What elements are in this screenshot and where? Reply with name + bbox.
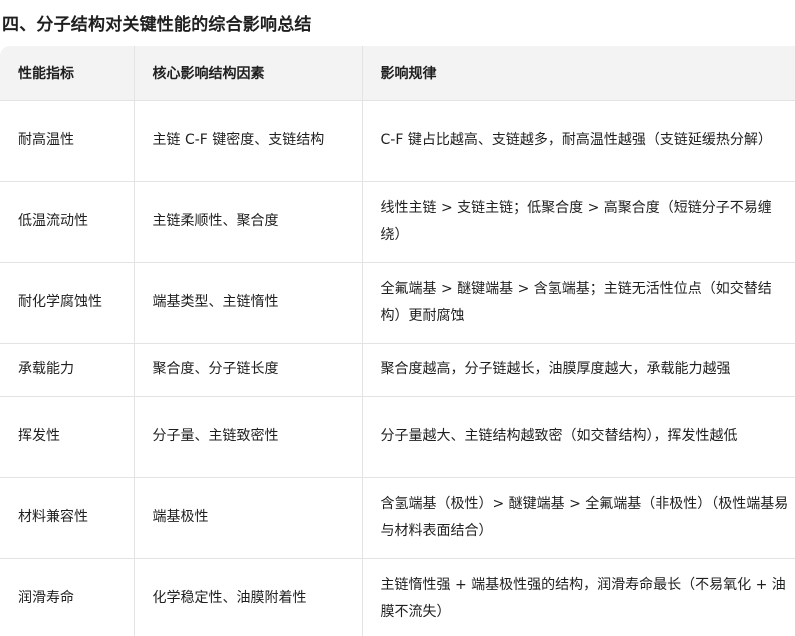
row-indicator: 材料兼容性	[0, 477, 135, 558]
table-row: 挥发性 分子量、主链致密性 分子量越大、主链结构越致密（如交替结构），挥发性越低	[0, 396, 795, 477]
row-indicator: 耐高温性	[0, 100, 135, 181]
row-factor: 端基类型、主链惰性	[134, 262, 363, 343]
row-rule: 聚合度越高，分子链越长，油膜厚度越大，承载能力越强	[380, 361, 731, 377]
row-rule: 含氢端基（极性）> 醚键端基 > 全氟端基（非极性）（极性端基易与材料表面结合）	[380, 495, 789, 539]
row-factor: 分子量、主链致密性	[134, 396, 363, 477]
table-row: 耐化学腐蚀性 端基类型、主链惰性 全氟端基 > 醚键端基 > 含氢端基；主链无活…	[0, 262, 795, 343]
section-heading: 四、分子结构对关键性能的综合影响总结	[2, 15, 312, 35]
row-indicator: 承载能力	[0, 343, 135, 396]
table-row: 材料兼容性 端基极性 含氢端基（极性）> 醚键端基 > 全氟端基（非极性）（极性…	[0, 477, 795, 558]
row-rule: C-F 键占比越高、支链越多，耐高温性越强（支链延缓热分解）	[380, 132, 772, 148]
row-rule: 主链惰性强 + 端基极性强的结构，润滑寿命最长（不易氧化 + 油膜不流失）	[380, 576, 786, 620]
header-influence-rule: 影响规律	[380, 65, 437, 82]
summary-table-container: 性能指标 核心影响结构因素 影响规律 耐高温性 主链 C-F 键密度、支链结构 …	[0, 46, 795, 636]
row-indicator: 润滑寿命	[0, 558, 135, 636]
table-header-row: 性能指标 核心影响结构因素 影响规律	[0, 46, 795, 100]
row-indicator: 低温流动性	[0, 181, 135, 262]
row-indicator: 耐化学腐蚀性	[0, 262, 135, 343]
row-indicator: 挥发性	[0, 396, 135, 477]
table-row: 低温流动性 主链柔顺性、聚合度 线性主链 > 支链主链；低聚合度 > 高聚合度（…	[0, 181, 795, 262]
table-row: 润滑寿命 化学稳定性、油膜附着性 主链惰性强 + 端基极性强的结构，润滑寿命最长…	[0, 558, 795, 636]
row-rule: 线性主链 > 支链主链；低聚合度 > 高聚合度（短链分子不易缠绕）	[380, 199, 772, 243]
table-row: 耐高温性 主链 C-F 键密度、支链结构 C-F 键占比越高、支链越多，耐高温性…	[0, 100, 795, 181]
row-factor: 主链柔顺性、聚合度	[134, 181, 363, 262]
summary-table: 性能指标 核心影响结构因素 影响规律 耐高温性 主链 C-F 键密度、支链结构 …	[0, 46, 795, 636]
row-rule: 分子量越大、主链结构越致密（如交替结构），挥发性越低	[380, 428, 738, 444]
row-factor: 化学稳定性、油膜附着性	[134, 558, 363, 636]
row-rule: 全氟端基 > 醚键端基 > 含氢端基；主链无活性位点（如交替结构）更耐腐蚀	[380, 280, 772, 324]
row-factor: 端基极性	[134, 477, 363, 558]
row-factor: 聚合度、分子链长度	[134, 343, 363, 396]
table-row: 承载能力 聚合度、分子链长度 聚合度越高，分子链越长，油膜厚度越大，承载能力越强	[0, 343, 795, 396]
row-factor: 主链 C-F 键密度、支链结构	[134, 100, 363, 181]
header-core-structural-factor: 核心影响结构因素	[134, 46, 363, 100]
header-performance-indicator: 性能指标	[0, 46, 135, 100]
